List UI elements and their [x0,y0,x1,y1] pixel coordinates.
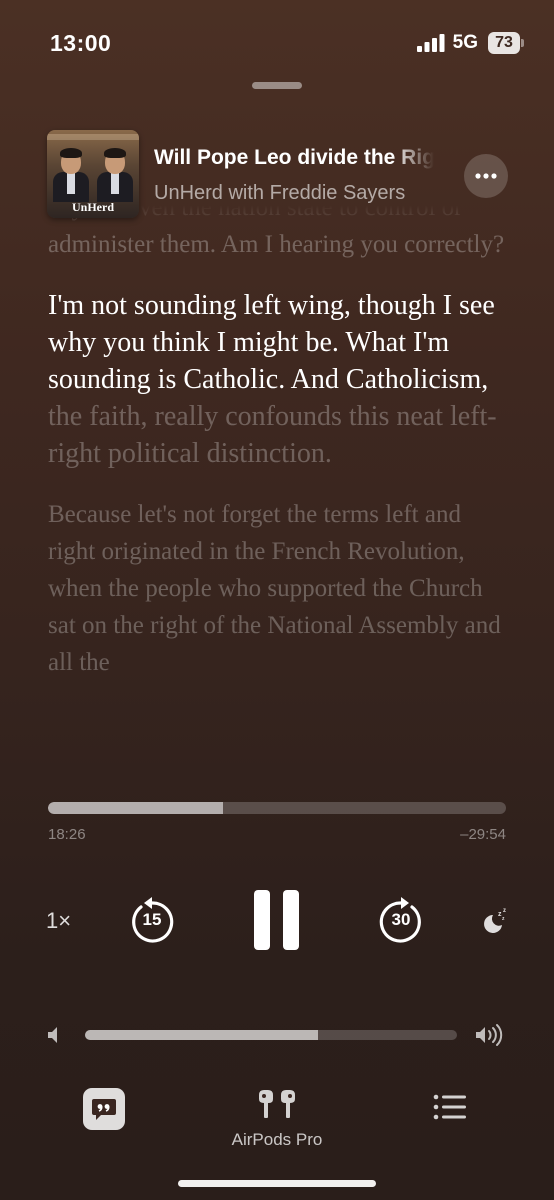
artwork-person-left [53,148,89,202]
skip-back-seconds: 15 [142,910,162,929]
audio-output-label: AirPods Pro [231,1130,323,1149]
battery-tip [521,39,524,47]
artwork-banner [47,134,139,140]
playback-speed-button[interactable]: 1× [46,908,71,934]
pause-button[interactable] [254,890,300,950]
sheet-grabber[interactable] [252,82,302,89]
volume-control [0,1020,554,1050]
svg-text:z: z [503,908,506,914]
artwork-person-right [97,148,133,202]
volume-level-fill [85,1030,318,1040]
transcript-spoken-text: I'm not sounding left wing, though I see… [48,290,495,395]
artwork-logo: UnHerd [72,200,114,214]
playback-scrubber[interactable] [48,802,506,814]
episode-artwork[interactable]: UnHerd [47,130,139,218]
playback-progress-fill [48,802,224,814]
battery-icon: 73 [488,32,524,54]
ellipsis-icon [475,173,497,179]
transcript-next-paragraph[interactable]: Because let's not forget the terms left … [48,496,508,681]
list-queue-icon [433,1094,466,1120]
status-time: 13:00 [50,30,112,56]
queue-button[interactable] [433,1094,467,1125]
transcript-content: beyond even the nation state to control … [48,205,508,705]
show-name[interactable]: UnHerd with Freddie Sayers [154,182,444,205]
home-indicator[interactable] [178,1180,376,1187]
skip-back-button[interactable]: 15 [128,895,176,947]
transcript-current-paragraph[interactable]: I'm not sounding left wing, though I see… [48,287,508,472]
speaker-low-icon [48,1027,57,1043]
episode-title[interactable]: Will Pope Leo divide the Right? [154,146,434,170]
speaker-high-icon [476,1024,503,1046]
bottom-toolbar: AirPods Pro [0,1085,554,1165]
svg-text:z: z [502,916,505,922]
transcript-upcoming-text: the faith, really confounds this neat le… [48,401,497,469]
sleep-timer-moon-icon: z z z [484,908,506,933]
more-button[interactable] [464,154,508,198]
remaining-time: –29:54 [460,826,506,843]
skip-forward-button[interactable]: 30 [377,895,425,947]
now-playing-header: UnHerd Will Pope Leo divide the Right? U… [0,130,554,222]
playback-controls: 1× 15 30 z z z [0,890,554,954]
battery-level: 73 [488,32,520,54]
network-type: 5G [452,32,478,53]
cellular-signal-icon [416,34,445,52]
skip-forward-seconds: 30 [391,910,411,929]
status-indicators: 5G 73 [416,32,524,54]
elapsed-time: 18:26 [48,826,86,843]
volume-slider[interactable] [85,1030,457,1040]
audio-output-button[interactable]: AirPods Pro [0,1089,554,1150]
sleep-timer-button[interactable]: z z z [480,906,510,936]
status-bar: 13:00 5G 73 [0,0,554,80]
airpods-pro-icon [259,1090,295,1118]
transcript-view[interactable]: beyond even the nation state to control … [0,205,554,783]
